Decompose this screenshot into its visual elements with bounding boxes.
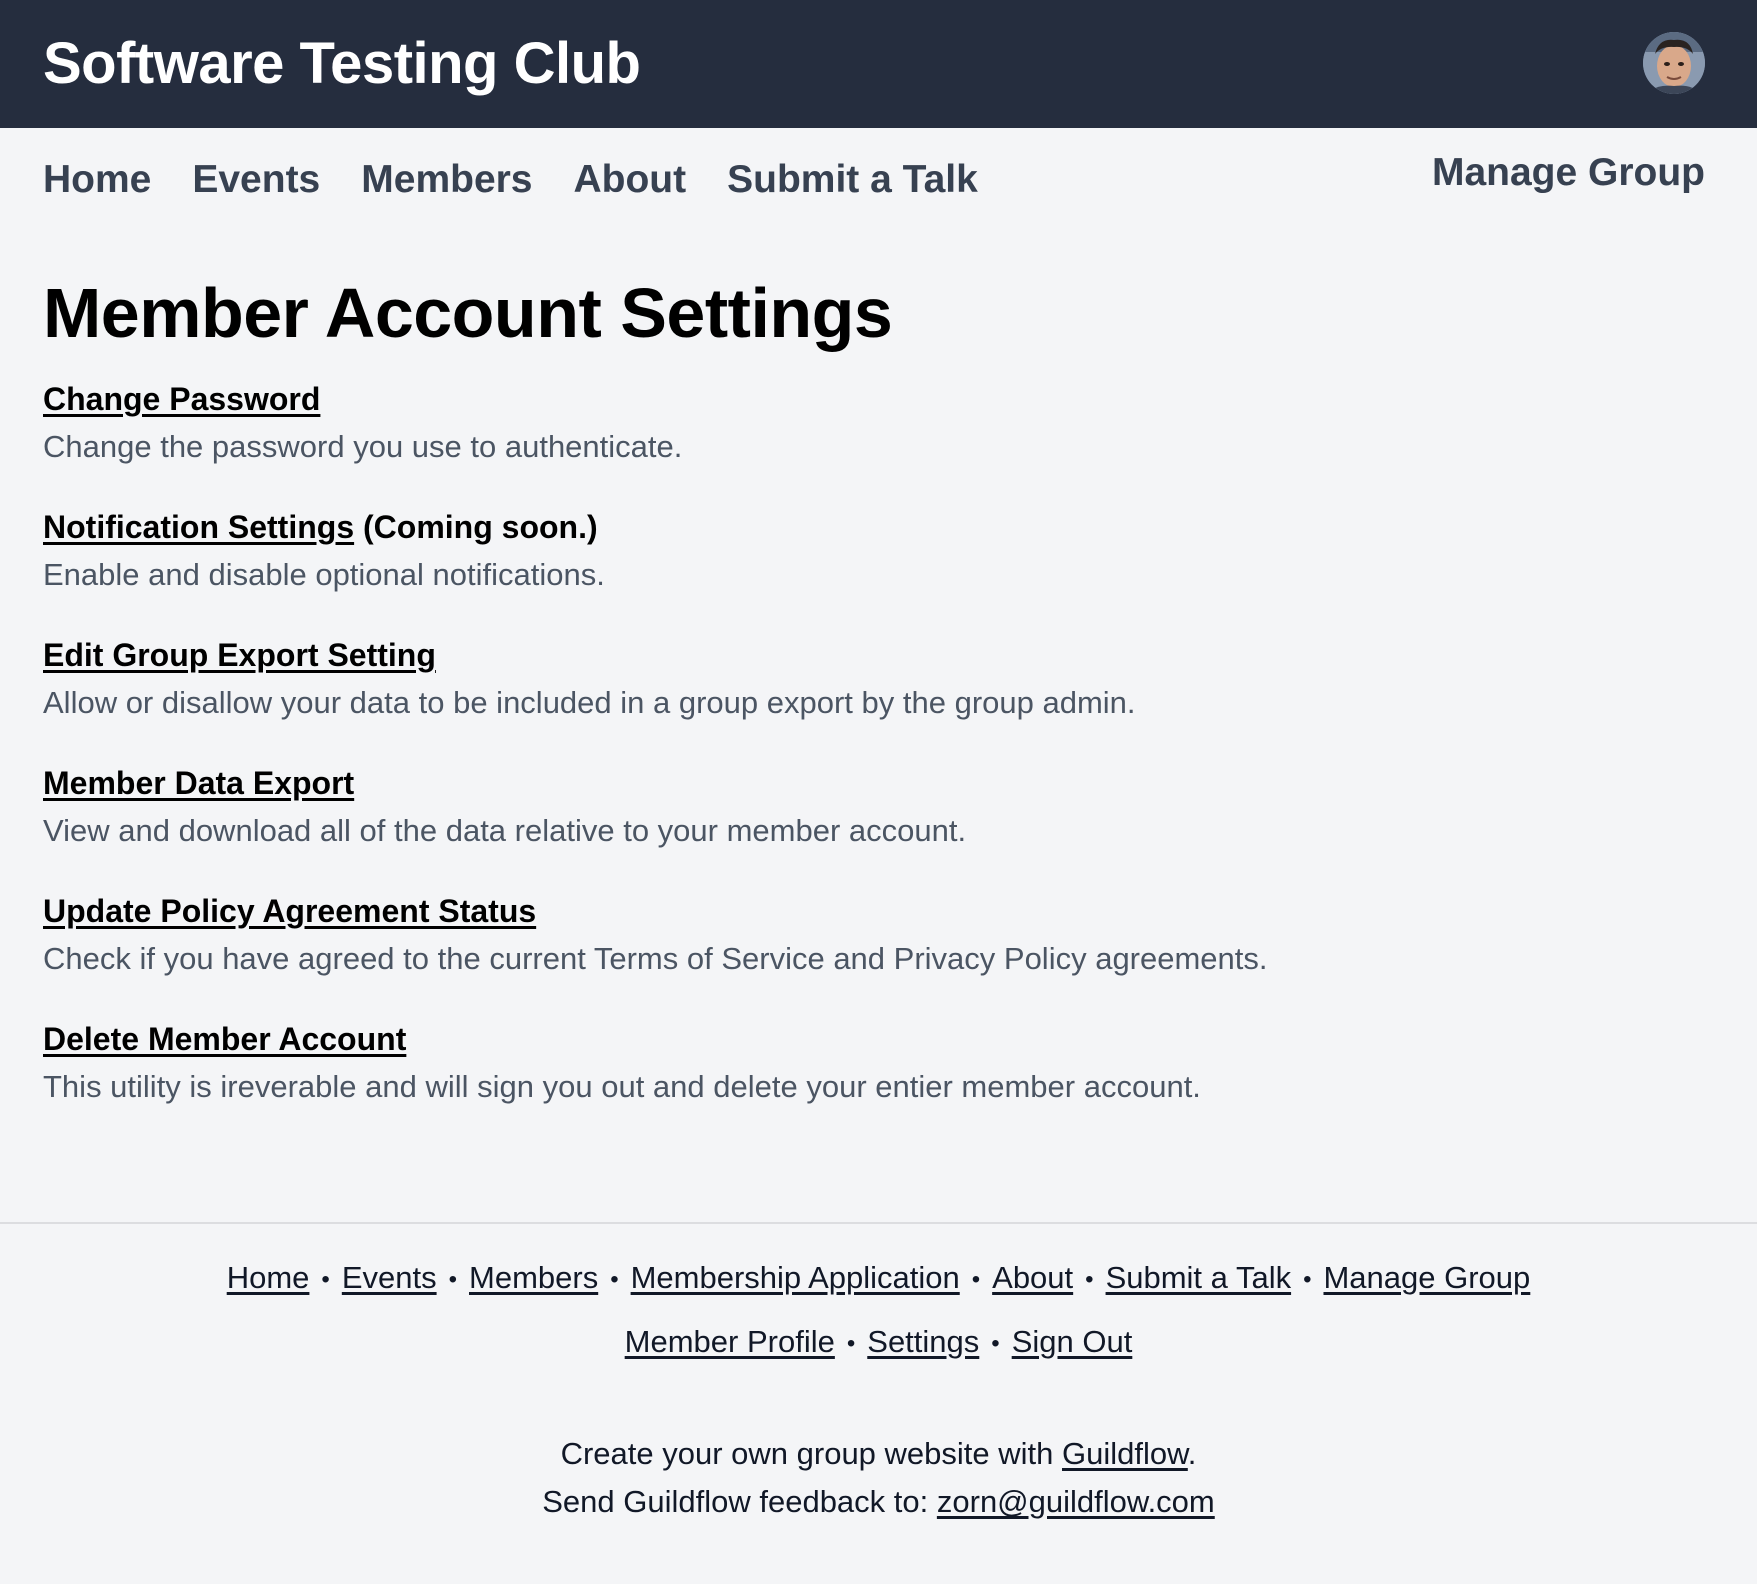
setting-item-delete-account: Delete Member Account This utility is ir… [43, 1018, 1643, 1146]
setting-description: View and download all of the data relati… [43, 813, 967, 848]
nav-manage-group-link[interactable]: Manage Group [1432, 151, 1705, 195]
setting-heading: Notification Settings (Coming soon.) [43, 506, 1643, 548]
setting-heading: Member Data Export [43, 762, 1643, 804]
separator-dot: • [1085, 1265, 1094, 1293]
footer-about-link[interactable]: About [992, 1260, 1073, 1295]
coming-soon-note: (Coming soon.) [354, 509, 598, 545]
setting-heading: Delete Member Account [43, 1018, 1643, 1060]
user-avatar-icon[interactable] [1643, 32, 1705, 94]
footer-manage-group-link[interactable]: Manage Group [1323, 1260, 1530, 1295]
setting-description: Check if you have agreed to the current … [43, 941, 1268, 976]
setting-description: Enable and disable optional notification… [43, 557, 605, 592]
page-title: Member Account Settings [43, 274, 893, 352]
setting-heading: Update Policy Agreement Status [43, 890, 1643, 932]
setting-item-group-export: Edit Group Export Setting Allow or disal… [43, 634, 1643, 762]
settings-list: Change Password Change the password you … [43, 378, 1643, 1146]
site-title[interactable]: Software Testing Club [43, 30, 641, 97]
footer-feedback: Send Guildflow feedback to: zorn@guildfl… [0, 1484, 1757, 1520]
promo-text: Create your own group website with [560, 1436, 1062, 1471]
footer-events-link[interactable]: Events [342, 1260, 437, 1295]
nav-events-link[interactable]: Events [192, 158, 320, 208]
top-header-bar: Software Testing Club [0, 0, 1757, 128]
footer-links-primary: Home • Events • Members • Membership Applicati… [0, 1260, 1757, 1296]
footer-sign-out-link[interactable]: Sign Out [1012, 1324, 1133, 1359]
separator-dot: • [1303, 1265, 1312, 1293]
separator-dot: • [846, 1329, 856, 1357]
footer-members-link[interactable]: Members [469, 1260, 598, 1295]
separator-dot: • [991, 1329, 1000, 1357]
setting-item-notification-settings: Notification Settings (Coming soon.) Ena… [43, 506, 1643, 634]
footer-divider [0, 1222, 1757, 1224]
feedback-email-link[interactable]: zorn@guildflow.com [937, 1484, 1215, 1519]
setting-description: Change the password you use to authentic… [43, 429, 683, 464]
update-policy-agreement-link[interactable]: Update Policy Agreement Status [43, 893, 536, 929]
separator-dot: • [610, 1265, 619, 1293]
nav-submit-talk-link[interactable]: Submit a Talk [727, 158, 978, 208]
setting-item-change-password: Change Password Change the password you … [43, 378, 1643, 506]
setting-heading: Change Password [43, 378, 1643, 420]
member-data-export-link[interactable]: Member Data Export [43, 765, 354, 801]
nav-about-link[interactable]: About [574, 158, 687, 208]
separator-dot: • [448, 1265, 457, 1293]
setting-item-data-export: Member Data Export View and download all… [43, 762, 1643, 890]
setting-heading: Edit Group Export Setting [43, 634, 1643, 676]
footer-promo: Create your own group website with Guild… [0, 1436, 1757, 1472]
delete-member-account-link[interactable]: Delete Member Account [43, 1021, 406, 1057]
separator-dot: • [321, 1265, 330, 1293]
footer-submit-talk-link[interactable]: Submit a Talk [1106, 1260, 1292, 1295]
setting-description: Allow or disallow your data to be includ… [43, 685, 1136, 720]
setting-item-policy-agreement: Update Policy Agreement Status Check if … [43, 890, 1643, 1018]
nav-members-link[interactable]: Members [361, 158, 532, 208]
footer-settings-link[interactable]: Settings [867, 1324, 979, 1359]
promo-period: . [1187, 1436, 1197, 1471]
feedback-text: Send Guildflow feedback to: [542, 1484, 937, 1519]
edit-group-export-link[interactable]: Edit Group Export Setting [43, 637, 436, 673]
footer-links-account: Member Profile • Settings • Sign Out [0, 1324, 1757, 1360]
change-password-link[interactable]: Change Password [43, 381, 320, 417]
notification-settings-link[interactable]: Notification Settings [43, 509, 354, 545]
footer-home-link[interactable]: Home [227, 1260, 310, 1295]
footer-membership-application-link[interactable]: Membership Application [631, 1260, 960, 1295]
nav-home-link[interactable]: Home [43, 158, 151, 208]
separator-dot: • [971, 1265, 981, 1293]
main-nav: Home Events Members About Submit a Talk [43, 158, 1019, 208]
footer-member-profile-link[interactable]: Member Profile [625, 1324, 835, 1359]
guildflow-link[interactable]: Guildflow [1062, 1436, 1188, 1471]
setting-description: This utility is ireverable and will sign… [43, 1069, 1201, 1104]
